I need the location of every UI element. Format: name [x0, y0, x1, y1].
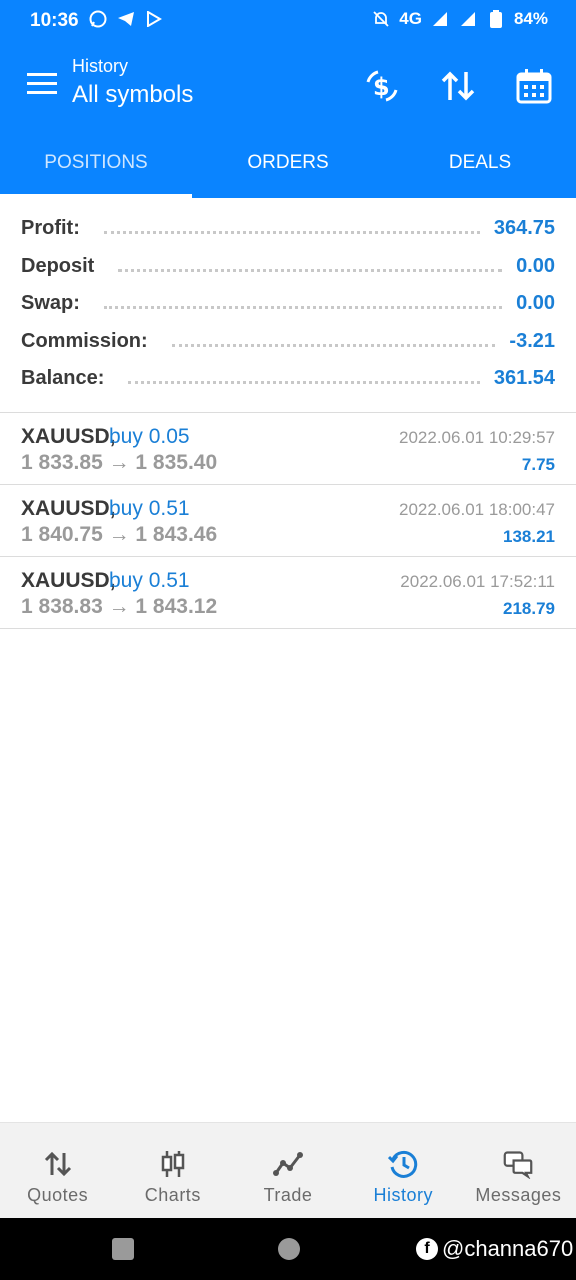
sort-icon [441, 71, 475, 101]
telegram-icon [116, 9, 136, 29]
signal-icon [430, 9, 450, 29]
deal-time: 2022.06.01 10:29:57 [399, 428, 555, 447]
watermark: f @channa670 [416, 1236, 573, 1262]
summary-value: 0.00 [516, 254, 555, 277]
candlestick-icon [158, 1149, 188, 1179]
dotted-leader [103, 306, 503, 310]
facebook-icon: f [416, 1238, 438, 1260]
currency-filter-icon: $ [366, 70, 398, 102]
sort-button[interactable] [432, 60, 484, 112]
list-item[interactable]: XAUUSD, buy 0.05 1 833.85 → 1 835.40 202… [0, 413, 576, 485]
deals-list: XAUUSD, buy 0.05 1 833.85 → 1 835.40 202… [0, 413, 576, 629]
svg-text:$: $ [373, 73, 390, 101]
nav-label: Trade [263, 1185, 313, 1205]
nav-charts[interactable]: Charts [115, 1123, 230, 1218]
summary-swap: Swap: 0.00 [0, 285, 576, 323]
nav-label: Quotes [27, 1185, 89, 1205]
nav-quotes[interactable]: Quotes [0, 1123, 115, 1218]
deal-prices: 1 833.85 → 1 835.40 [21, 451, 218, 474]
home-button[interactable] [278, 1238, 300, 1260]
menu-button[interactable] [24, 66, 60, 102]
deal-type: buy 0.51 [109, 497, 190, 520]
page-title: History [72, 56, 129, 76]
deal-profit: 138.21 [503, 527, 555, 546]
summary-value: 361.54 [493, 367, 555, 390]
deal-type: buy 0.51 [109, 569, 190, 592]
list-item[interactable]: XAUUSD, buy 0.51 1 838.83 → 1 843.12 202… [0, 557, 576, 629]
recents-button[interactable] [112, 1238, 134, 1260]
calendar-icon [516, 69, 552, 104]
dotted-leader [118, 268, 503, 272]
watermark-text: @channa670 [442, 1236, 574, 1261]
dotted-leader [128, 381, 480, 385]
deal-symbol: XAUUSD, [21, 425, 116, 448]
summary-label: Profit: [21, 217, 80, 240]
status-bar: 10:36 4G 84% [0, 0, 576, 42]
trade-line-icon [273, 1149, 303, 1179]
dotted-leader [171, 343, 496, 347]
summary-label: Deposit [21, 254, 95, 277]
network-type: 4G [399, 9, 422, 28]
battery-icon [486, 9, 506, 29]
nav-label: History [373, 1185, 433, 1205]
list-item[interactable]: XAUUSD, buy 0.51 1 840.75 → 1 843.46 202… [0, 485, 576, 557]
play-store-icon [144, 9, 164, 29]
summary-balance: Balance: 361.54 [0, 360, 576, 398]
tab-bar: POSITIONS ORDERS DEALS [0, 128, 576, 198]
deal-profit: 7.75 [521, 455, 555, 474]
history-clock-icon [388, 1149, 418, 1179]
tab-positions[interactable]: POSITIONS [0, 128, 192, 198]
summary-label: Balance: [21, 367, 105, 390]
app-bar: History All symbols $ [0, 42, 576, 128]
title-block[interactable]: History All symbols [72, 56, 193, 109]
nav-label: Charts [144, 1185, 201, 1205]
bottom-navigation: Quotes Charts Trade History Messages [0, 1122, 576, 1218]
deal-prices: 1 838.83 → 1 843.12 [21, 595, 218, 618]
summary-label: Swap: [21, 292, 80, 315]
deal-profit: 218.79 [503, 599, 555, 618]
mute-bell-icon [371, 9, 391, 29]
dotted-leader [103, 231, 480, 235]
deal-time: 2022.06.01 18:00:47 [399, 500, 555, 519]
summary-value: -3.21 [509, 329, 555, 352]
quotes-arrows-icon [43, 1149, 73, 1179]
summary-value: 0.00 [516, 292, 555, 315]
whatsapp-icon [88, 9, 108, 29]
system-navigation-bar: f @channa670 [0, 1218, 576, 1280]
nav-trade[interactable]: Trade [230, 1123, 345, 1218]
currency-filter-button[interactable]: $ [356, 60, 408, 112]
summary-value: 364.75 [493, 217, 555, 240]
hamburger-icon [27, 73, 57, 94]
nav-messages[interactable]: Messages [461, 1123, 576, 1218]
battery-percent: 84% [513, 9, 548, 28]
messages-icon [503, 1149, 533, 1179]
status-time: 10:36 [30, 10, 79, 31]
symbol-filter-title: All symbols [72, 81, 194, 108]
deal-symbol: XAUUSD, [21, 497, 116, 520]
deal-symbol: XAUUSD, [21, 569, 116, 592]
deal-prices: 1 840.75 → 1 843.46 [21, 523, 218, 546]
deal-time: 2022.06.01 17:52:11 [400, 572, 555, 591]
summary-profit: Profit: 364.75 [0, 210, 576, 248]
nav-history[interactable]: History [346, 1123, 461, 1218]
deal-type: buy 0.05 [109, 425, 190, 448]
nav-label: Messages [475, 1185, 562, 1205]
signal-icon [458, 9, 478, 29]
summary-label: Commission: [21, 329, 148, 352]
summary-deposit: Deposit 0.00 [0, 248, 576, 286]
account-summary: Profit: 364.75 Deposit 0.00 Swap: 0.00 C… [0, 210, 576, 398]
calendar-button[interactable] [508, 60, 560, 112]
tab-orders[interactable]: ORDERS [192, 128, 384, 198]
tab-deals[interactable]: DEALS [384, 128, 576, 198]
summary-commission: Commission: -3.21 [0, 323, 576, 361]
